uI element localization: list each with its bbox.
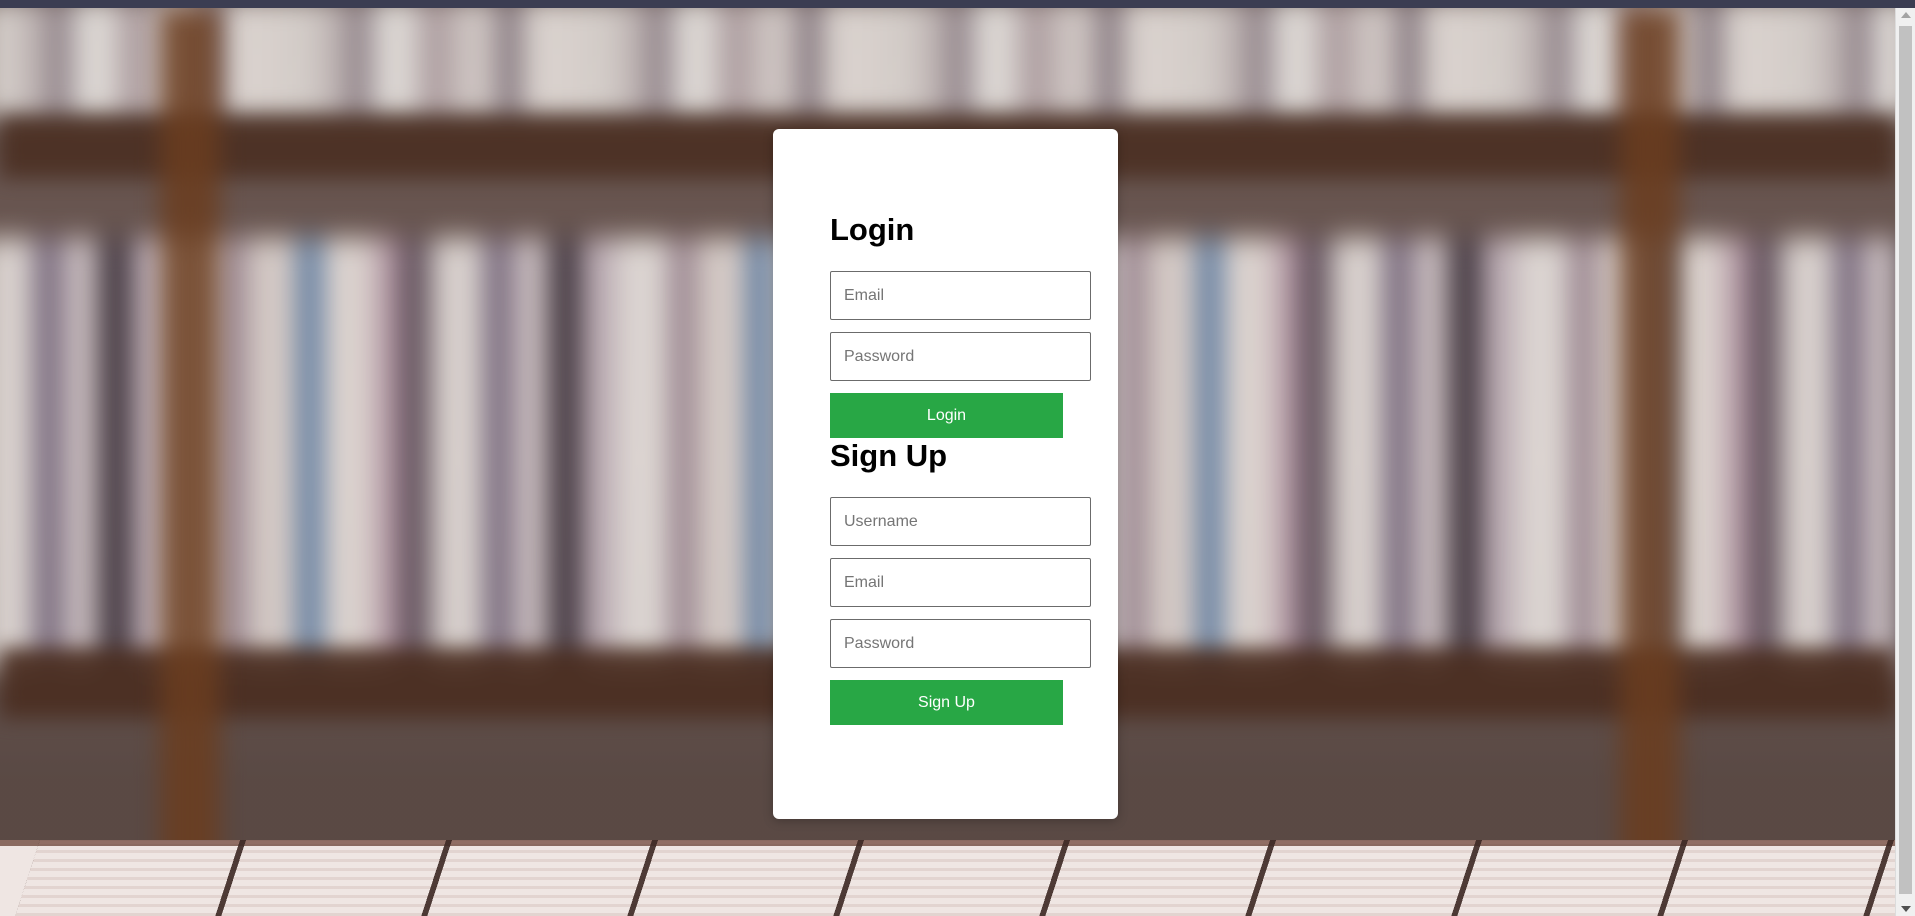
signup-username-input[interactable] [830,497,1091,546]
page: Login Login Sign Up Sign Up [0,0,1915,916]
signup-title: Sign Up [830,438,948,473]
background-wooden-table [0,840,1895,916]
signup-form: Sign Up Sign Up [830,438,1091,725]
login-button[interactable]: Login [830,393,1063,438]
background-books-top-row [0,8,1895,118]
login-title: Login [830,212,915,247]
login-form: Login Login [830,212,1091,438]
scrollbar-thumb[interactable] [1899,26,1912,894]
scroll-down-arrow-icon[interactable] [1901,906,1911,912]
background-shelf-post [160,8,220,908]
table-planks [15,840,1895,916]
vertical-scrollbar[interactable] [1895,8,1915,916]
login-email-input[interactable] [830,271,1091,320]
login-password-input[interactable] [830,332,1091,381]
signup-password-input[interactable] [830,619,1091,668]
signup-email-input[interactable] [830,558,1091,607]
auth-card: Login Login Sign Up Sign Up [773,129,1118,819]
top-strip [0,0,1915,8]
background-shelf-post [1620,8,1680,908]
scroll-up-arrow-icon[interactable] [1901,12,1911,18]
signup-button[interactable]: Sign Up [830,680,1063,725]
